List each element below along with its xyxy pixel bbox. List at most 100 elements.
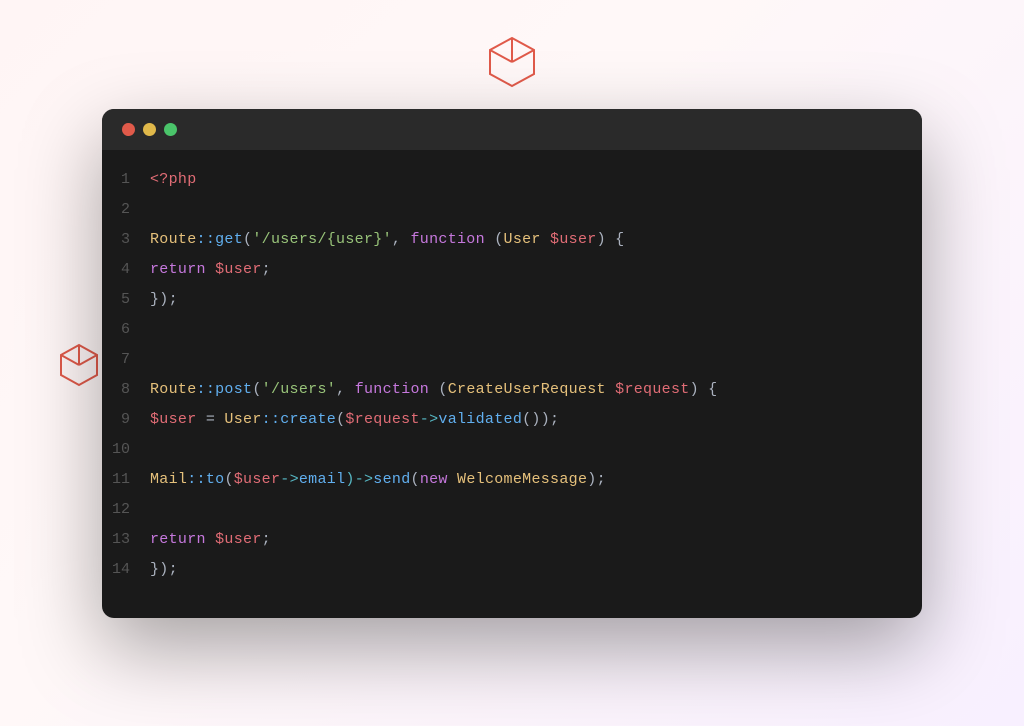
code-line: 6 [102,320,922,350]
token: -> [420,411,439,428]
line-content: }); [150,291,178,308]
token: get [215,231,243,248]
token: validated [438,411,522,428]
maximize-dot[interactable] [164,123,177,136]
code-line: 4 return $user; [102,260,922,290]
token: <?php [150,171,197,188]
token: User [224,411,261,428]
token: $user [550,231,597,248]
line-content: return $user; [150,531,271,548]
code-line: 14}); [102,560,922,590]
token: create [280,411,336,428]
cube-top-icon [482,30,542,90]
line-number: 13 [102,531,150,548]
token: ; [262,261,271,278]
token: $request [345,411,419,428]
token: function [355,381,429,398]
token [206,531,215,548]
token: WelcomeMessage [457,471,587,488]
line-content: Route::get('/users/{user}', function (Us… [150,231,624,248]
token: :: [187,471,206,488]
token: $user [234,471,281,488]
code-line: 3Route::get('/users/{user}', function (U… [102,230,922,260]
token: , [392,231,411,248]
minimize-dot[interactable] [143,123,156,136]
line-number: 6 [102,321,150,338]
token: -> [280,471,299,488]
line-number: 10 [102,441,150,458]
code-line: 11 Mail::to($user->email)->send(new Welc… [102,470,922,500]
token: $user [150,411,197,428]
line-number: 4 [102,261,150,278]
line-number: 9 [102,411,150,428]
code-line: 9 $user = User::create($request->validat… [102,410,922,440]
line-number: 7 [102,351,150,368]
token: '/users/{user}' [252,231,392,248]
line-number: 2 [102,201,150,218]
token: Route [150,381,197,398]
token: return [150,531,206,548]
token: ) { [690,381,718,398]
line-content: }); [150,561,178,578]
token: )-> [345,471,373,488]
token: :: [197,231,216,248]
line-content: Route::post('/users', function (CreateUs… [150,381,717,398]
title-bar [102,109,922,150]
token: ) { [597,231,625,248]
token: new [420,471,448,488]
line-content: $user = User::create($request->validated… [150,411,559,428]
line-number: 5 [102,291,150,308]
code-line: 10 [102,440,922,470]
code-line: 13 return $user; [102,530,922,560]
token: , [336,381,355,398]
code-line: 5}); [102,290,922,320]
token: }); [150,291,178,308]
token: email [299,471,346,488]
token: ( [252,381,261,398]
line-number: 14 [102,561,150,578]
token: Mail [150,471,187,488]
token: $request [615,381,689,398]
code-line: 12 [102,500,922,530]
token [448,471,457,488]
token: $user [215,531,262,548]
line-number: 3 [102,231,150,248]
code-line: 2 [102,200,922,230]
token: send [373,471,410,488]
line-content: return $user; [150,261,271,278]
close-dot[interactable] [122,123,135,136]
token: User [504,231,541,248]
token [206,261,215,278]
code-body: 1<?php23Route::get('/users/{user}', func… [102,150,922,618]
token: CreateUserRequest [448,381,606,398]
token: ( [224,471,233,488]
token [606,381,615,398]
line-content: <?php [150,171,197,188]
code-window: 1<?php23Route::get('/users/{user}', func… [102,109,922,618]
line-number: 8 [102,381,150,398]
token: ); [587,471,606,488]
code-line: 1<?php [102,170,922,200]
cube-left-icon [55,339,103,387]
token: to [206,471,225,488]
token: :: [262,411,281,428]
token: ()); [522,411,559,428]
token [541,231,550,248]
token: Route [150,231,197,248]
token: $user [215,261,262,278]
token: return [150,261,206,278]
token: function [410,231,484,248]
token: ; [262,531,271,548]
token: ( [411,471,420,488]
token: ( [429,381,448,398]
token: ( [336,411,345,428]
code-line: 7 [102,350,922,380]
line-number: 1 [102,171,150,188]
token: post [215,381,252,398]
token: :: [197,381,216,398]
token: '/users' [262,381,336,398]
token: ( [243,231,252,248]
token: ( [485,231,504,248]
token: }); [150,561,178,578]
line-content: Mail::to($user->email)->send(new Welcome… [150,471,606,488]
